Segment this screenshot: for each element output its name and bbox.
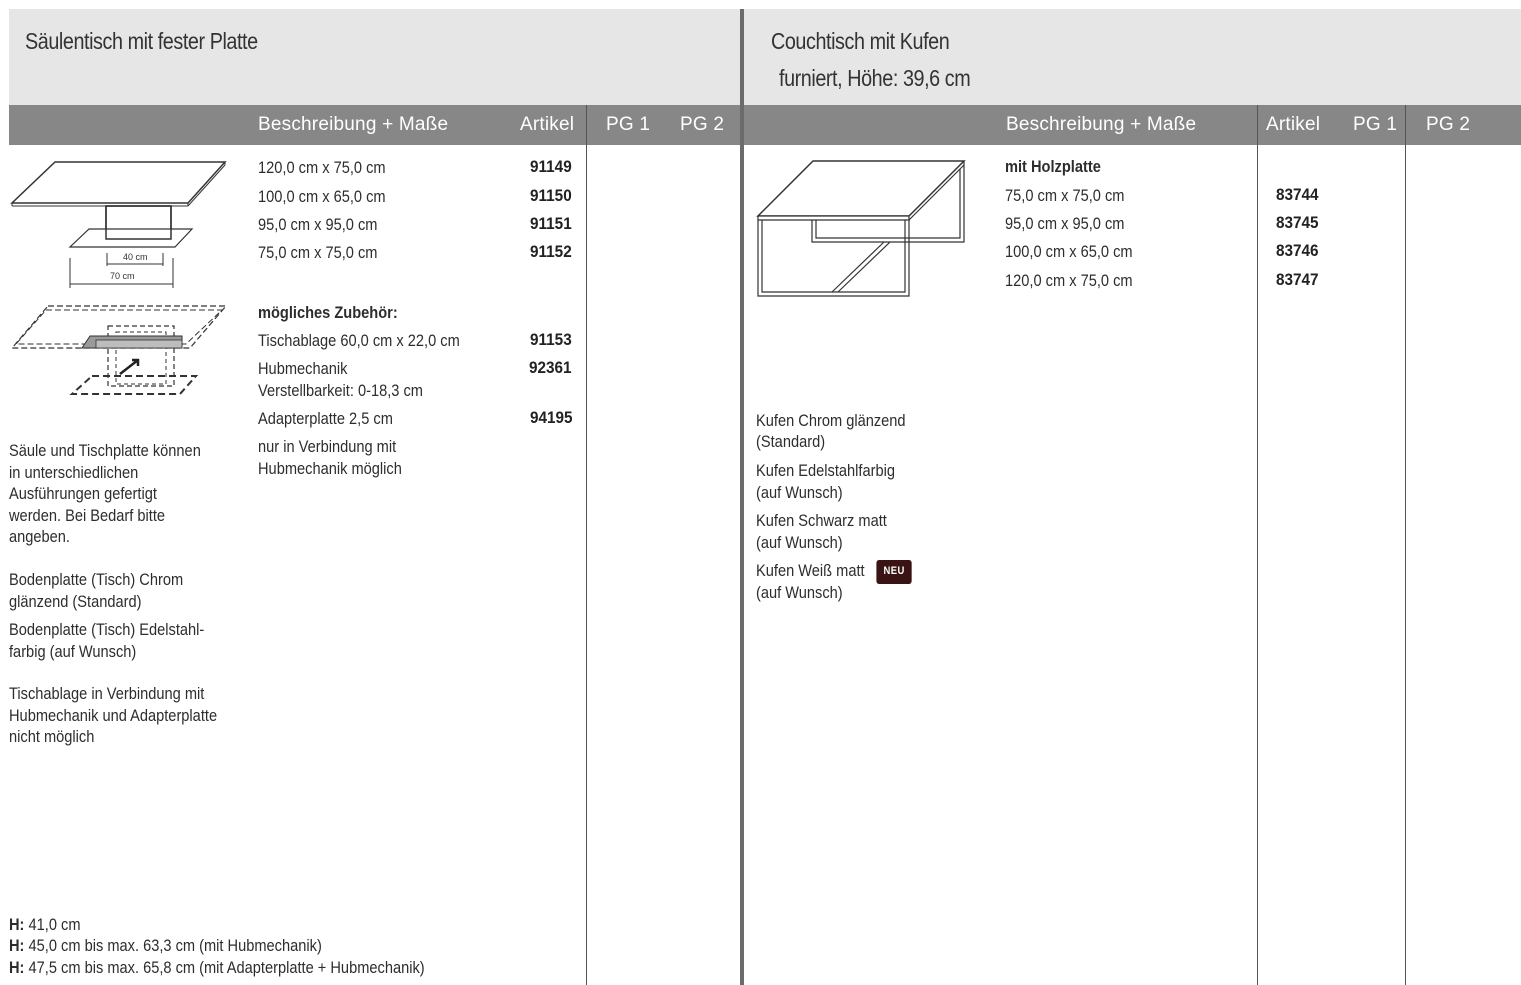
- right-size-2: 95,0 cm x 95,0 cm: [1005, 214, 1125, 233]
- note-1-line-3: Ausführungen gefertigt: [9, 484, 157, 503]
- height-line-1: H: 41,0 cm: [9, 914, 81, 936]
- left-size-1: 120,0 cm x 75,0 cm: [258, 158, 386, 177]
- note-2-line-2: glänzend (Standard): [9, 592, 142, 611]
- accessory-3-article: 94195: [530, 408, 573, 427]
- left-header-article: Artikel: [520, 114, 575, 135]
- height-text: 47,5 cm bis max. 65,8 cm (mit Adapterpla…: [24, 958, 425, 977]
- right-header-article: Artikel: [1266, 114, 1321, 135]
- diagram-label-inner: 40 cm: [123, 252, 148, 262]
- left-header-pg1: PG 1: [606, 114, 651, 135]
- group-heading: mit Holzplatte: [1005, 157, 1101, 176]
- adapter-note-line-2: Hubmechanik möglich: [258, 459, 402, 478]
- note-1-line-1: Säule und Tischplatte können: [9, 441, 201, 460]
- note-4-line-3: nicht möglich: [9, 727, 95, 746]
- left-title: Säulentisch mit fester Platte: [25, 28, 258, 54]
- height-prefix: H:: [9, 958, 25, 977]
- finish-1-line-1: Kufen Chrom glänzend: [756, 411, 906, 430]
- right-article-3: 83746: [1276, 241, 1319, 260]
- finish-3-line-1: Kufen Schwarz matt: [756, 511, 887, 530]
- pillar-table-drawing: 40 cm 70 cm: [10, 161, 227, 288]
- right-column-divider-2: [1405, 105, 1406, 985]
- adapter-note-line-1: nur in Verbindung mit: [258, 437, 397, 456]
- note-2-line-1: Bodenplatte (Tisch) Chrom: [9, 570, 184, 589]
- right-title: Couchtisch mit Kufen: [771, 28, 950, 54]
- finish-2-line-2: (auf Wunsch): [756, 483, 843, 502]
- accessory-2: Hubmechanik: [258, 359, 348, 378]
- left-article-3: 91151: [530, 214, 572, 233]
- finish-4-label: Kufen Weiß matt: [756, 561, 865, 580]
- note-1-line-4: werden. Bei Bedarf bitte: [9, 506, 166, 525]
- finish-4-line-2: (auf Wunsch): [756, 583, 843, 602]
- right-size-3: 100,0 cm x 65,0 cm: [1005, 242, 1133, 261]
- right-subtitle: furniert, Höhe: 39,6 cm: [779, 65, 971, 91]
- left-article-1: 91149: [530, 157, 572, 176]
- height-prefix: H:: [9, 936, 25, 955]
- section-divider: [740, 9, 744, 985]
- right-header-pg2: PG 2: [1426, 114, 1471, 135]
- accessory-1-article: 91153: [530, 330, 572, 349]
- left-size-4: 75,0 cm x 75,0 cm: [258, 243, 378, 262]
- finish-3-line-2: (auf Wunsch): [756, 533, 843, 552]
- diagram-label-outer: 70 cm: [110, 271, 135, 281]
- note-4-line-1: Tischablage in Verbindung mit: [9, 684, 205, 703]
- height-text: 41,0 cm: [24, 915, 81, 934]
- height-text: 45,0 cm bis max. 63,3 cm (mit Hubmechani…: [24, 936, 322, 955]
- accessories-drawing: [10, 305, 228, 395]
- left-header-pg2: PG 2: [680, 114, 725, 135]
- new-badge: NEU: [876, 560, 912, 584]
- note-3-line-1: Bodenplatte (Tisch) Edelstahl-: [9, 620, 205, 639]
- left-column-divider: [586, 105, 587, 985]
- left-header-desc: Beschreibung + Maße: [258, 114, 449, 135]
- note-3-line-2: farbig (auf Wunsch): [9, 642, 137, 661]
- right-header-desc: Beschreibung + Maße: [1006, 114, 1197, 135]
- accessory-2-sub: Verstellbarkeit: 0-18,3 cm: [258, 381, 423, 400]
- right-column-divider-1: [1257, 105, 1258, 985]
- finish-1-line-2: (Standard): [756, 432, 826, 451]
- accessory-2-article: 92361: [529, 358, 572, 377]
- right-article-4: 83747: [1276, 270, 1319, 289]
- height-prefix: H:: [9, 915, 25, 934]
- right-article-1: 83744: [1276, 185, 1319, 204]
- accessory-3: Adapterplatte 2,5 cm: [258, 409, 393, 428]
- height-line-3: H: 47,5 cm bis max. 65,8 cm (mit Adapter…: [9, 957, 425, 979]
- right-header-pg1: PG 1: [1353, 114, 1398, 135]
- right-article-2: 83745: [1276, 213, 1319, 232]
- left-size-2: 100,0 cm x 65,0 cm: [258, 187, 386, 206]
- height-line-2: H: 45,0 cm bis max. 63,3 cm (mit Hubmech…: [9, 935, 322, 957]
- left-article-2: 91150: [530, 186, 572, 205]
- note-1-line-5: angeben.: [9, 527, 70, 546]
- left-title-bar: [9, 9, 740, 105]
- note-4-line-2: Hubmechanik und Adapterplatte: [9, 706, 218, 725]
- right-size-4: 120,0 cm x 75,0 cm: [1005, 271, 1133, 290]
- left-article-4: 91152: [530, 242, 572, 261]
- finish-4-line-1: Kufen Weiß matt NEU: [756, 560, 912, 584]
- accessories-heading: mögliches Zubehör:: [258, 303, 398, 322]
- right-size-1: 75,0 cm x 75,0 cm: [1005, 186, 1125, 205]
- finish-2-line-1: Kufen Edelstahlfarbig: [756, 461, 895, 480]
- coffee-table-drawing: [756, 160, 966, 297]
- accessory-1: Tischablage 60,0 cm x 22,0 cm: [258, 331, 460, 350]
- note-1-line-2: in unterschiedlichen: [9, 463, 139, 482]
- left-size-3: 95,0 cm x 95,0 cm: [258, 215, 378, 234]
